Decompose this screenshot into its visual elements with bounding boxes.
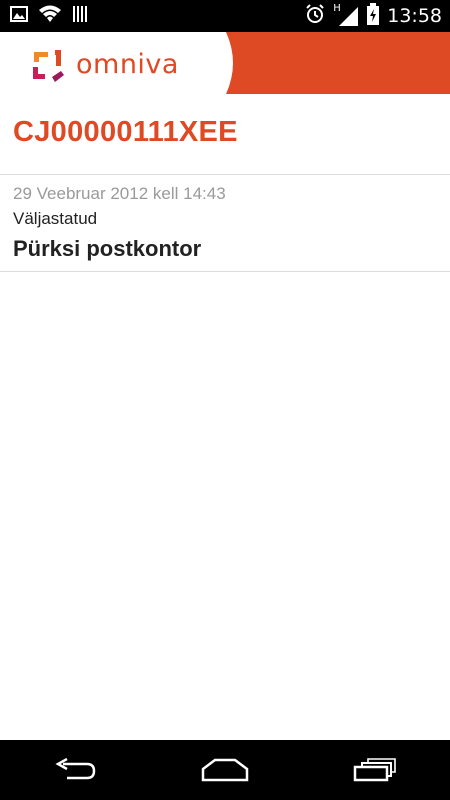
- signal-icon: H: [333, 3, 359, 27]
- event-location: Pürksi postkontor: [13, 236, 202, 261]
- recents-button[interactable]: [335, 745, 415, 795]
- status-bar: H 13:58: [0, 0, 450, 32]
- home-icon: [201, 758, 249, 782]
- back-button[interactable]: [35, 745, 115, 795]
- barcode-icon: [72, 5, 88, 28]
- recents-icon: [353, 758, 396, 782]
- event-date: 29 Veebruar 2012 kell 14:43: [13, 184, 226, 203]
- divider: [0, 271, 450, 272]
- tracking-event: 29 Veebruar 2012 kell 14:43 Väljastatud …: [13, 183, 433, 263]
- divider: [0, 174, 450, 175]
- back-icon: [55, 758, 96, 780]
- image-icon: [10, 5, 28, 27]
- omniva-logo-icon: [33, 50, 64, 82]
- event-status: Väljastatud: [13, 209, 98, 228]
- status-left-icons: [10, 4, 88, 29]
- omniva-logo: omniva: [28, 42, 179, 86]
- alarm-icon: [305, 3, 325, 29]
- battery-icon: [367, 2, 380, 30]
- status-right-icons: H 13:58: [305, 2, 442, 30]
- navigation-bar: [0, 740, 450, 800]
- status-time: 13:58: [387, 5, 442, 27]
- tracking-code: CJ00000111XEE: [13, 116, 238, 148]
- home-button[interactable]: [185, 745, 265, 795]
- wifi-icon: [38, 4, 62, 29]
- logo-text: omniva: [76, 48, 179, 80]
- app-header: omniva: [0, 32, 450, 94]
